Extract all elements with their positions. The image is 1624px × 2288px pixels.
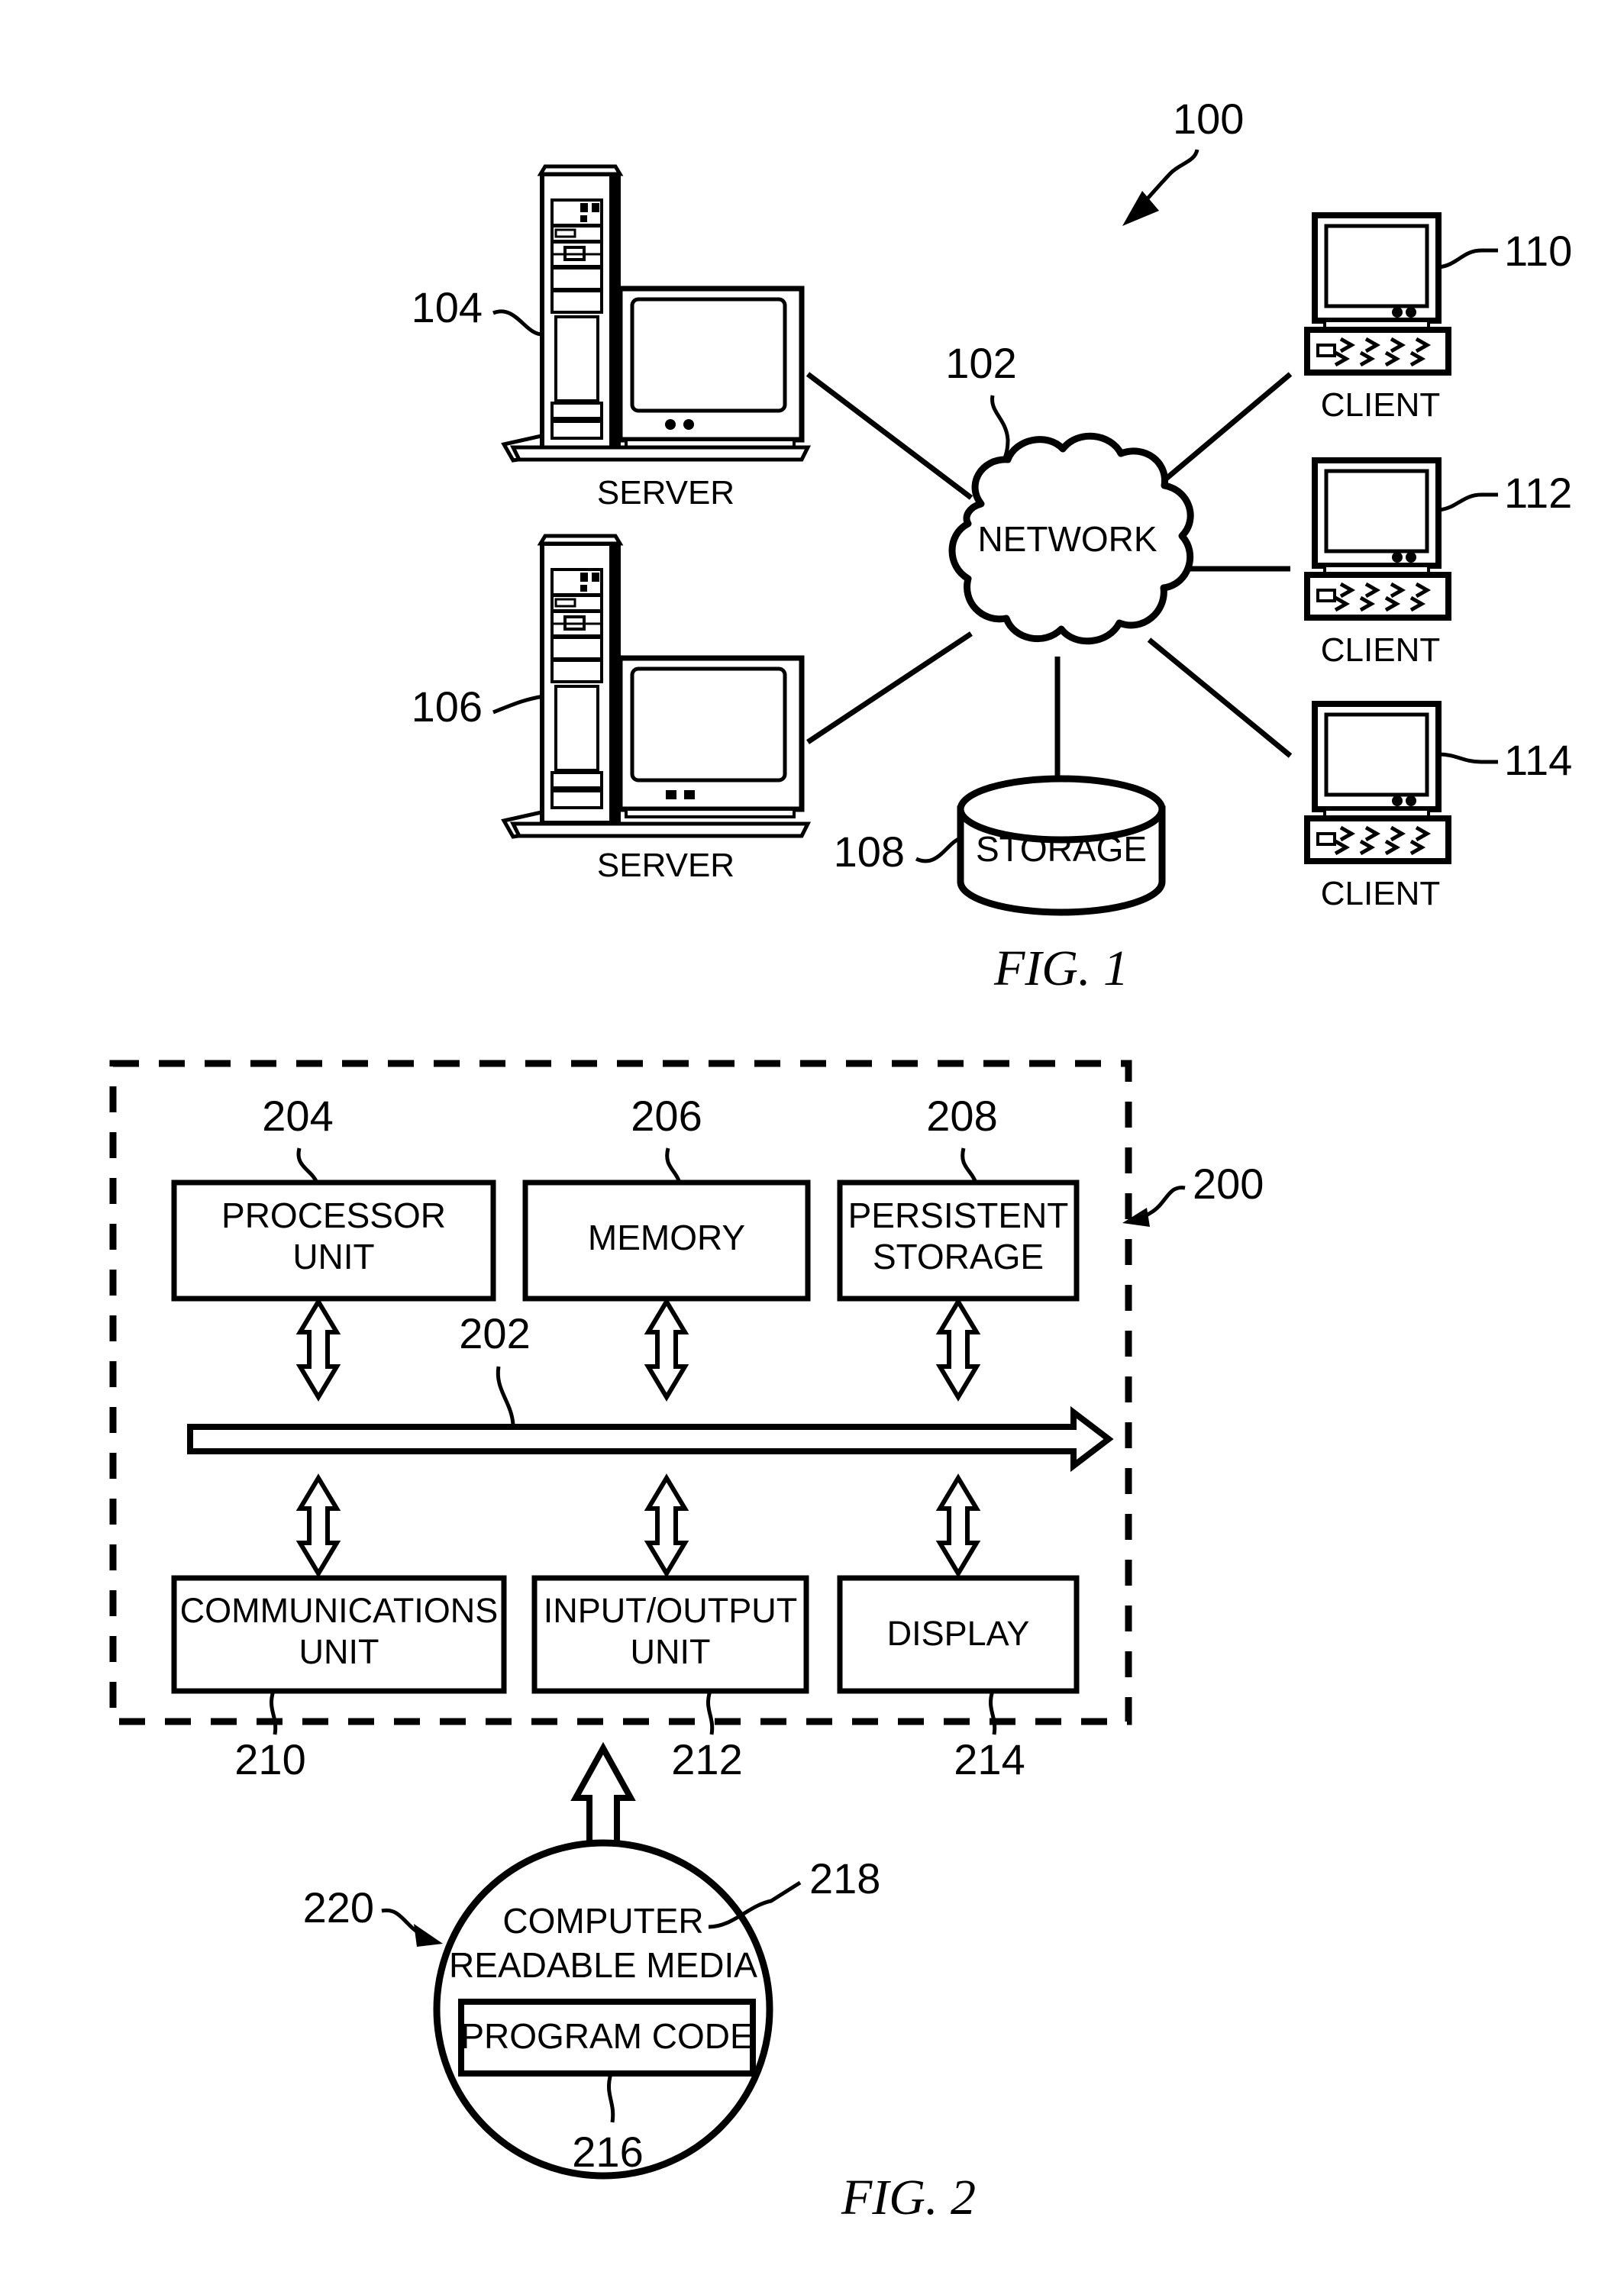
server-104-led-a xyxy=(580,203,588,212)
server-106-led-c xyxy=(580,585,587,592)
server-104-led-c xyxy=(580,215,587,222)
ref-214-label: 214 xyxy=(954,1735,1025,1783)
server-104-desk xyxy=(509,445,812,462)
client-114-led-1 xyxy=(1392,795,1403,806)
communications-unit-label-line1: COMMUNICATIONS xyxy=(180,1591,499,1630)
server-106-slot-1 xyxy=(554,598,576,608)
processor-unit-label-line2: UNIT xyxy=(292,1237,374,1276)
server-106-tower-top xyxy=(537,534,624,546)
ref-108-label: 108 xyxy=(834,828,905,876)
client-112-monitor-screen xyxy=(1324,469,1429,553)
client-114-keyboard-key xyxy=(1316,832,1336,846)
server-104-bay-4 xyxy=(550,266,603,291)
communications-unit-label-line2: UNIT xyxy=(299,1632,379,1671)
figure-1-caption: FIG. 1 xyxy=(993,941,1128,996)
server-106-monitor-led-1 xyxy=(666,790,676,799)
client-112-led-2 xyxy=(1406,552,1416,563)
ref-206-label: 206 xyxy=(631,1092,702,1140)
server-104-label: SERVER xyxy=(597,474,735,511)
input-output-unit-label-line1: INPUT/OUTPUT xyxy=(544,1591,798,1630)
server-106-bay-4 xyxy=(550,636,603,660)
input-output-unit-label-line2: UNIT xyxy=(631,1632,711,1671)
server-106-led-b xyxy=(592,573,599,582)
server-106-led-a xyxy=(580,573,588,582)
server-104-panel xyxy=(554,315,599,402)
server-106-monitor-led-2 xyxy=(684,790,695,799)
server-104-slot-1 xyxy=(554,228,576,238)
memory-label-line1: MEMORY xyxy=(588,1218,745,1257)
server-106-panel xyxy=(554,685,599,772)
figure-2-caption: FIG. 2 xyxy=(841,2170,976,2225)
client-114-label: CLIENT xyxy=(1321,875,1440,912)
ref-204-label: 204 xyxy=(262,1092,333,1140)
client-114-monitor-screen xyxy=(1324,712,1429,797)
ref-220-label: 220 xyxy=(303,1883,374,1931)
client-112-keyboard-key xyxy=(1316,589,1336,602)
media-label-line1: COMPUTER xyxy=(502,1901,703,1941)
client-110-label: CLIENT xyxy=(1321,386,1440,424)
ref-218-label: 218 xyxy=(809,1854,880,1902)
ref-216-label: 216 xyxy=(572,2128,643,2176)
storage-label: STORAGE xyxy=(976,829,1147,869)
persistent-storage-label-line2: STORAGE xyxy=(873,1237,1044,1276)
server-104-monitor-led-1 xyxy=(665,419,676,430)
client-114-led-2 xyxy=(1406,795,1416,806)
server-106-label: SERVER xyxy=(597,847,735,884)
ref-208-label: 208 xyxy=(926,1092,997,1140)
ref-212-label: 212 xyxy=(671,1735,742,1783)
server-104-tower-top xyxy=(537,164,624,176)
display-label-line1: DISPLAY xyxy=(887,1614,1030,1653)
patent-drawing-sheet: 100 SERVER 104 SERVER 106 NETWORK 102 ST… xyxy=(0,0,1624,2288)
network-label: NETWORK xyxy=(977,519,1157,559)
media-label-line2: READABLE MEDIA xyxy=(449,1945,757,1985)
client-110-keyboard-key xyxy=(1316,344,1336,357)
ref-112-label: 112 xyxy=(1504,469,1572,517)
server-104-tower-edge xyxy=(609,174,618,453)
client-110-monitor-screen xyxy=(1324,224,1429,308)
server-104-vent-1 xyxy=(550,402,603,420)
server-104-led-b xyxy=(592,203,599,212)
server-106-desk xyxy=(509,821,812,838)
client-112-led-1 xyxy=(1392,552,1403,563)
ref-100-label: 100 xyxy=(1173,95,1244,143)
server-106-monitor-screen xyxy=(630,666,787,783)
client-110-led-2 xyxy=(1406,307,1416,318)
ref-110-label: 110 xyxy=(1504,227,1572,275)
persistent-storage-label-line1: PERSISTENT xyxy=(848,1196,1069,1235)
ref-102-label: 102 xyxy=(945,339,1016,387)
client-110-led-1 xyxy=(1392,307,1403,318)
server-104-monitor-screen xyxy=(630,297,787,413)
server-104-vent-2 xyxy=(550,420,603,440)
ref-104-label: 104 xyxy=(412,283,483,331)
server-106-bay-5 xyxy=(550,659,603,683)
ref-210-label: 210 xyxy=(234,1735,305,1783)
server-106-vent-1 xyxy=(550,771,603,789)
server-104-bay-5 xyxy=(550,289,603,314)
program-code-label: PROGRAM CODE xyxy=(460,2016,753,2056)
ref-200-label: 200 xyxy=(1193,1160,1264,1208)
server-106-vent-2 xyxy=(550,789,603,809)
ref-106-label: 106 xyxy=(412,683,483,731)
server-106-tower-edge xyxy=(609,544,618,823)
ref-202-label: 202 xyxy=(459,1309,530,1357)
ref-114-label: 114 xyxy=(1504,736,1572,784)
server-104-monitor-led-2 xyxy=(683,419,694,430)
processor-unit-label-line1: PROCESSOR xyxy=(221,1196,446,1235)
server-106-monitor-neck xyxy=(625,808,796,818)
client-112-label: CLIENT xyxy=(1321,631,1440,669)
